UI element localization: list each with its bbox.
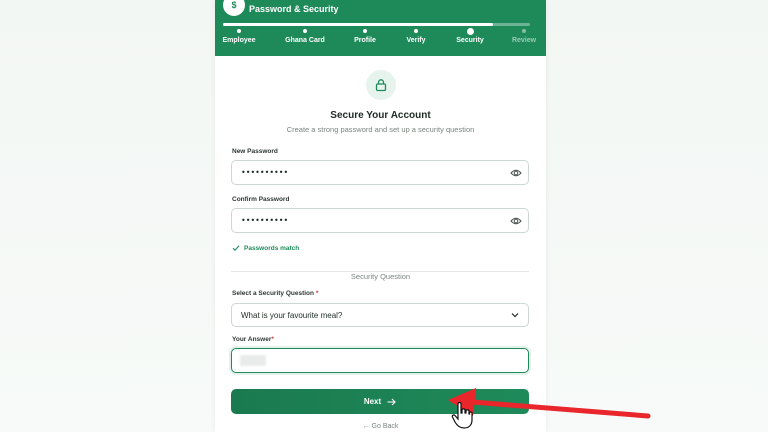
go-back-link[interactable]: ← Go Back xyxy=(215,423,546,430)
answer-input[interactable] xyxy=(232,349,528,372)
step-ghana-card: Ghana Card xyxy=(275,28,335,44)
step-label: Ghana Card xyxy=(285,37,325,44)
step-dot xyxy=(522,29,526,33)
security-question-select[interactable]: What is your favourite meal? xyxy=(231,303,529,327)
check-icon xyxy=(232,245,240,251)
page-title: Secure Your Account xyxy=(330,110,431,121)
answer-label-text: Your Answer xyxy=(232,336,272,343)
eye-icon[interactable] xyxy=(510,216,522,226)
new-password-input[interactable] xyxy=(232,161,528,184)
step-dot xyxy=(363,29,367,33)
step-header: $ Password & Security Employee Ghana Card… xyxy=(215,0,546,56)
password-match-text: Passwords match xyxy=(244,244,300,252)
new-password-label: New Password xyxy=(232,148,278,155)
new-password-field[interactable] xyxy=(231,160,529,185)
step-badge: $ xyxy=(223,0,245,16)
arrow-left-icon: ← xyxy=(362,423,370,430)
eye-icon[interactable] xyxy=(510,168,522,178)
security-question-label: Select a Security Question * xyxy=(232,290,318,297)
step-label: Security xyxy=(456,37,484,44)
required-mark: * xyxy=(271,336,274,343)
chevron-down-icon xyxy=(511,313,519,318)
step-dot xyxy=(303,29,307,33)
step-title: Password & Security xyxy=(249,4,339,14)
confirm-password-field[interactable] xyxy=(231,208,529,233)
step-dot xyxy=(237,29,241,33)
next-button-label: Next xyxy=(363,397,382,406)
security-question-label-text: Select a Security Question xyxy=(232,290,315,297)
step-employee: Employee xyxy=(215,28,269,44)
answer-field[interactable] xyxy=(231,348,529,373)
arrow-right-icon xyxy=(387,398,396,405)
required-mark: * xyxy=(315,290,319,297)
step-dot xyxy=(414,29,418,33)
progress-fill xyxy=(223,23,494,26)
security-section-title: Security Question xyxy=(342,272,419,281)
step-label: Review xyxy=(511,37,537,44)
registration-card: $ Password & Security Employee Ghana Card… xyxy=(215,0,546,432)
selected-question: What is your favourite meal? xyxy=(241,310,343,320)
step-review: Review xyxy=(494,28,546,44)
redacted-answer xyxy=(240,355,266,366)
confirm-password-label: Confirm Password xyxy=(232,196,290,203)
confirm-password-input[interactable] xyxy=(232,209,528,232)
password-match-status: Passwords match xyxy=(232,244,299,252)
step-indicator: Employee Ghana Card Profile Verify Security R… xyxy=(215,28,546,50)
go-back-label: Go Back xyxy=(371,423,399,430)
next-button[interactable]: Next xyxy=(231,389,529,414)
step-verify: Verify xyxy=(386,28,446,44)
lock-icon xyxy=(366,70,396,100)
step-label: Employee xyxy=(222,37,256,44)
section-divider-label: Security Question xyxy=(215,266,546,284)
step-dot xyxy=(466,28,474,35)
page-subtitle: Create a strong password and set up a se… xyxy=(286,125,475,134)
progress-bar xyxy=(223,23,530,26)
step-label: Verify xyxy=(406,37,426,44)
answer-label: Your Answer* xyxy=(232,336,274,343)
step-security: Security xyxy=(440,28,500,44)
